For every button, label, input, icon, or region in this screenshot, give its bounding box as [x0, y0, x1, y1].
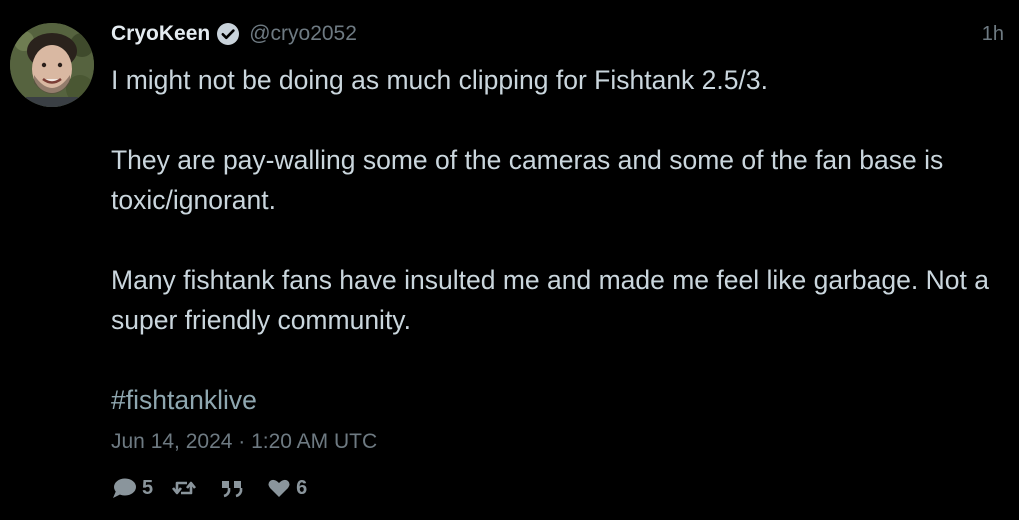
quote-icon: [220, 477, 244, 499]
tweet-paragraph: I might not be doing as much clipping fo…: [111, 65, 768, 95]
tweet-time-ago[interactable]: 1h: [982, 20, 1004, 48]
like-icon: [267, 477, 291, 499]
avatar[interactable]: [10, 23, 94, 107]
tweet: CryoKeen @cryo2052 1h I might not be doi…: [0, 0, 1019, 520]
tweet-header: CryoKeen @cryo2052: [111, 20, 357, 48]
reply-icon: [111, 477, 137, 499]
reply-button[interactable]: 5: [111, 477, 153, 500]
retweet-icon: [171, 477, 197, 499]
author-handle[interactable]: @cryo2052: [249, 22, 357, 46]
tweet-date[interactable]: Jun 14, 2024 · 1:20 AM UTC: [111, 428, 377, 456]
author-display-name[interactable]: CryoKeen: [111, 22, 210, 46]
verified-badge-icon: [216, 22, 240, 46]
tweet-stats: 5 6: [111, 474, 325, 502]
retweet-button[interactable]: [171, 477, 202, 499]
reply-count: 5: [142, 476, 154, 499]
like-count: 6: [296, 476, 308, 499]
tweet-paragraph: They are pay-walling some of the cameras…: [111, 145, 944, 215]
quote-button[interactable]: [220, 477, 249, 499]
tweet-paragraph: Many fishtank fans have insulted me and …: [111, 265, 989, 335]
tweet-body: I might not be doing as much clipping fo…: [111, 60, 991, 420]
like-button[interactable]: 6: [267, 477, 307, 500]
hashtag-link[interactable]: #fishtanklive: [111, 380, 991, 420]
